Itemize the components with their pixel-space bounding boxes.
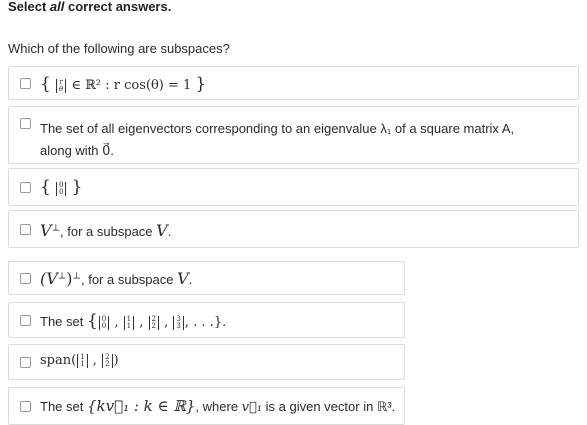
checkbox[interactable]	[20, 315, 31, 326]
vector: 22	[148, 315, 160, 330]
vector: 00	[98, 315, 110, 330]
vector: 33	[173, 315, 184, 330]
answer-option-2[interactable]: The set of all eigenvectors correspondin…	[8, 106, 579, 164]
answer-option-3[interactable]: { 00 }	[8, 168, 579, 206]
answer-option-5[interactable]: (V⊥)⊥, for a subspace V.	[8, 261, 405, 295]
answer-option-8[interactable]: The set {kv⃗₁ : k ∈ ℝ}, where v⃗₁ is a g…	[8, 387, 405, 425]
answer-option-7[interactable]: span(1 1 , 2 2)	[8, 344, 405, 380]
answer-option-4[interactable]: V⊥, for a subspace V.	[8, 210, 579, 248]
instruction-text: Select all correct answers.	[8, 0, 172, 14]
checkbox[interactable]	[20, 273, 31, 284]
checkbox[interactable]	[20, 224, 31, 235]
option-1-text: ∈ ℝ² : r cos(θ) = 1	[71, 78, 192, 93]
vector: 11	[77, 353, 88, 368]
vector-r-theta: rθ	[55, 78, 67, 93]
vector: 22	[102, 353, 113, 368]
checkbox[interactable]	[20, 182, 31, 193]
checkbox[interactable]	[20, 357, 31, 368]
checkbox[interactable]	[20, 78, 31, 89]
checkbox[interactable]	[20, 401, 31, 412]
vector: 11	[123, 315, 135, 330]
option-2-line-1: The set of all eigenvectors correspondin…	[40, 121, 515, 136]
answer-option-1[interactable]: { rθ ∈ ℝ² : r cos(θ) = 1 }	[8, 66, 579, 100]
checkbox[interactable]	[20, 118, 31, 129]
answer-option-6[interactable]: The set {0 0 , 11 , 22 , 33, . . .}.	[8, 302, 405, 338]
question-text: Which of the following are subspaces?	[8, 41, 230, 56]
option-2-line-2: along with 0⃗.	[40, 143, 115, 158]
zero-vector: 00	[55, 181, 67, 196]
